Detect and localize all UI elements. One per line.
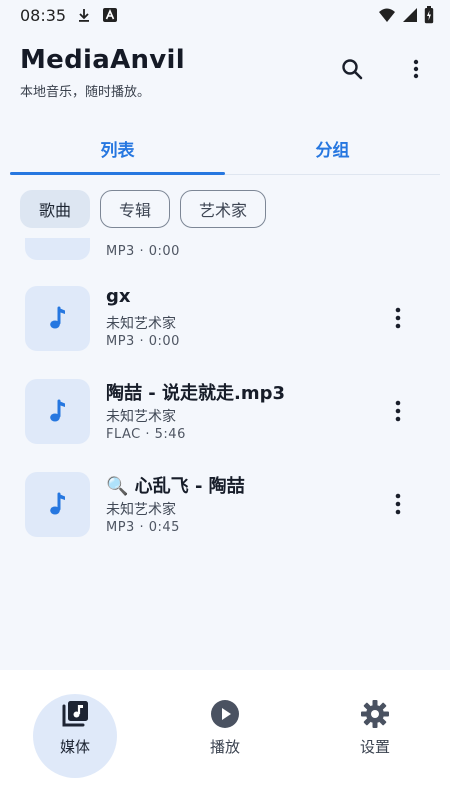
- more-options-button[interactable]: [402, 55, 430, 83]
- more-vert-icon: [395, 400, 401, 422]
- cellular-icon: [402, 7, 418, 23]
- chip-artists[interactable]: 艺术家: [180, 190, 267, 228]
- chip-albums[interactable]: 专辑: [100, 190, 171, 228]
- partial-song-meta: MP3 · 0:00: [106, 244, 180, 259]
- list-item[interactable]: 🔍 心乱飞 - 陶喆 未知艺术家 MP3 · 0:45: [0, 472, 450, 552]
- status-left: 08:35: [20, 6, 118, 25]
- search-button[interactable]: [338, 55, 366, 83]
- nav-item-playback[interactable]: 播放: [175, 694, 275, 782]
- battery-icon: [424, 6, 434, 24]
- song-title: 🔍 心乱飞 - 陶喆: [106, 476, 245, 497]
- song-more-button[interactable]: [386, 304, 410, 332]
- more-vert-icon: [395, 493, 401, 515]
- music-note-icon: [49, 399, 65, 421]
- header-actions: [338, 55, 430, 83]
- status-time: 08:35: [20, 5, 67, 25]
- song-thumbnail: [25, 472, 90, 537]
- chip-songs[interactable]: 歌曲: [20, 190, 91, 228]
- nav-label-media: 媒体: [59, 738, 90, 756]
- view-tabs: 列表 分组: [10, 122, 440, 175]
- song-thumbnail: [25, 379, 90, 444]
- nav-item-media[interactable]: 媒体: [25, 694, 125, 782]
- nav-label-playback: 播放: [209, 738, 240, 756]
- song-artist: 未知艺术家: [106, 409, 176, 425]
- more-vert-icon: [395, 307, 401, 329]
- song-artist: 未知艺术家: [106, 502, 176, 518]
- song-more-button[interactable]: [386, 490, 410, 518]
- partial-song-thumbnail[interactable]: [25, 238, 90, 260]
- bottom-navigation: 媒体 播放 设置: [0, 670, 450, 800]
- song-more-button[interactable]: [386, 397, 410, 425]
- list-item[interactable]: 陶喆 - 说走就走.mp3 未知艺术家 FLAC · 5:46: [0, 379, 450, 459]
- wifi-icon: [378, 7, 396, 23]
- app-subtitle: 本地音乐，随时播放。: [20, 85, 151, 100]
- play-circle-icon: [211, 700, 239, 728]
- song-title: 陶喆 - 说走就走.mp3: [106, 383, 286, 404]
- search-icon: [342, 59, 363, 80]
- song-artist: 未知艺术家: [106, 316, 176, 332]
- song-meta: FLAC · 5:46: [106, 427, 186, 442]
- nav-label-settings: 设置: [359, 738, 390, 756]
- tab-groups[interactable]: 分组: [225, 122, 440, 174]
- download-icon: [76, 7, 92, 23]
- nav-icon-wrap: [360, 694, 390, 734]
- app-header: MediaAnvil 本地音乐，随时播放。: [20, 45, 430, 105]
- nav-icon-wrap: [210, 694, 240, 734]
- music-note-icon: [49, 306, 65, 328]
- song-title: gx: [106, 286, 131, 307]
- more-vert-icon: [413, 59, 419, 79]
- status-bar: 08:35: [0, 0, 450, 30]
- song-meta: MP3 · 0:00: [106, 334, 180, 349]
- status-right: [378, 6, 434, 24]
- tab-list[interactable]: 列表: [10, 122, 225, 175]
- filter-chips: 歌曲 专辑 艺术家: [20, 190, 267, 228]
- settings-icon: [361, 700, 389, 728]
- music-note-icon: [49, 492, 65, 514]
- song-thumbnail: [25, 286, 90, 351]
- nav-item-settings[interactable]: 设置: [325, 694, 425, 782]
- song-meta: MP3 · 0:45: [106, 520, 180, 535]
- nav-icon-wrap: [60, 694, 90, 734]
- list-item[interactable]: gx 未知艺术家 MP3 · 0:00: [0, 286, 450, 366]
- library-music-icon: [62, 701, 88, 727]
- a-box-icon: [102, 7, 118, 23]
